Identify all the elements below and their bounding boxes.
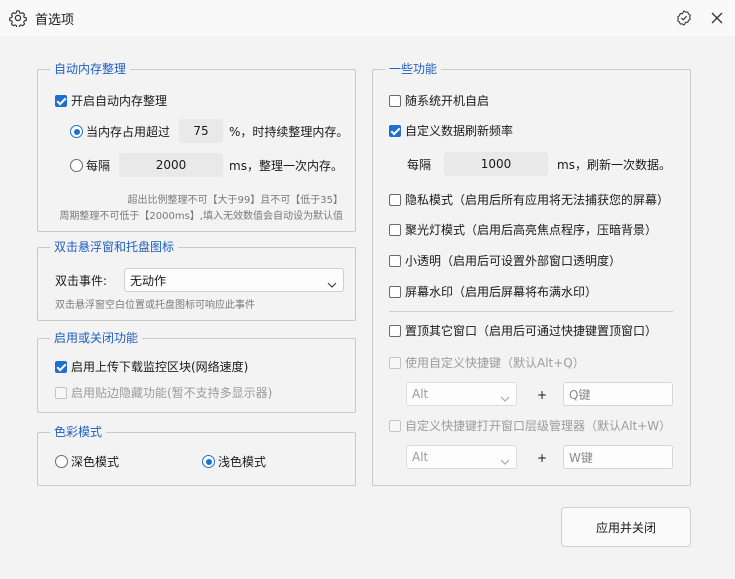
- refresh-rate-checkbox[interactable]: [389, 125, 401, 137]
- custom-hotkey-checkbox[interactable]: [389, 357, 401, 369]
- light-mode-label: 浅色模式: [218, 455, 267, 469]
- network-monitor-label: 启用上传下载监控区块(网络速度): [71, 360, 249, 374]
- layer-manager-hotkey-label: 自定义快捷键打开窗口层级管理器（默认Alt+W）: [405, 419, 672, 433]
- autostart-label: 随系统开机自启: [405, 94, 490, 108]
- chevron-down-icon: [500, 454, 510, 468]
- spotlight-mode-checkbox[interactable]: [389, 224, 401, 236]
- watermark-label: 屏幕水印（启用后屏幕将布满水印）: [405, 285, 598, 299]
- memory-group-title: 自动内存整理: [50, 61, 131, 77]
- color-mode-group-title: 色彩模式: [50, 424, 107, 440]
- custom-hotkey-label: 使用自定义快捷键（默认Alt+Q）: [405, 356, 585, 370]
- close-icon[interactable]: [705, 6, 729, 30]
- topmost-label: 置顶其它窗口（启用后可通过快捷键置顶窗口）: [405, 324, 658, 338]
- topmost-checkbox[interactable]: [389, 325, 401, 337]
- hotkey1-key-input[interactable]: Q键: [563, 382, 673, 406]
- double-click-event-select[interactable]: 无动作: [124, 268, 344, 292]
- dark-mode-radio[interactable]: [55, 455, 68, 468]
- privacy-mode-label: 隐私模式（启用后所有应用将无法捕获您的屏幕）: [405, 193, 670, 207]
- interval-suffix-label: ms，整理一次内存。: [229, 159, 343, 173]
- interval-radio[interactable]: [70, 159, 83, 172]
- autostart-checkbox[interactable]: [389, 95, 401, 107]
- hotkey2-modifier-value: Alt: [412, 450, 429, 464]
- edge-hide-label: 启用贴边隐藏功能(暂不支持多显示器): [71, 386, 273, 400]
- toggles-group: 启用或关闭功能: [37, 330, 356, 413]
- gear-icon: [9, 9, 27, 29]
- transparency-label: 小透明（启用后可设置外部窗口透明度）: [405, 254, 622, 268]
- double-click-group-title: 双击悬浮窗和托盘图标: [50, 239, 179, 255]
- refresh-rate-label: 自定义数据刷新频率: [405, 124, 514, 138]
- hotkey2-plus: +: [537, 451, 548, 465]
- chevron-down-icon: [327, 277, 337, 291]
- hotkey2-key-input[interactable]: W键: [563, 445, 673, 469]
- hotkey1-modifier-value: Alt: [412, 387, 429, 401]
- privacy-mode-checkbox[interactable]: [389, 194, 401, 206]
- memory-enable-checkbox[interactable]: [55, 95, 67, 107]
- features-group-title: 一些功能: [385, 61, 442, 77]
- refresh-interval-input[interactable]: 1000: [444, 152, 548, 176]
- title-bar: 首选项: [0, 0, 735, 36]
- hotkey1-plus: +: [537, 388, 548, 402]
- network-monitor-checkbox[interactable]: [55, 361, 67, 373]
- hotkey2-modifier-select[interactable]: Alt: [406, 445, 517, 469]
- transparency-checkbox[interactable]: [389, 255, 401, 267]
- memory-hint-2: 周期整理不可低于【2000ms】,填入无效数值会自动设为默认值: [59, 211, 343, 222]
- threshold-radio[interactable]: [70, 125, 83, 138]
- features-divider: [389, 311, 673, 312]
- pin-check-icon[interactable]: [672, 6, 696, 30]
- edge-hide-checkbox[interactable]: [55, 387, 67, 399]
- refresh-interval-suffix-label: ms，刷新一次数据。: [557, 158, 671, 172]
- apply-and-close-button[interactable]: 应用并关闭: [561, 507, 691, 547]
- threshold-input[interactable]: 75: [179, 119, 223, 143]
- light-mode-radio[interactable]: [202, 455, 215, 468]
- chevron-down-icon: [500, 391, 510, 405]
- threshold-suffix-label: %，时持续整理内存。: [229, 125, 349, 139]
- threshold-prefix-label: 当内存占用超过: [86, 125, 171, 139]
- interval-prefix-label: 每隔: [86, 159, 111, 173]
- dark-mode-label: 深色模式: [71, 455, 120, 469]
- memory-hint-1: 超出比例整理不可【大于99】且不可【低于35】: [127, 195, 343, 206]
- spotlight-mode-label: 聚光灯模式（启用后高亮焦点程序，压暗背景）: [405, 223, 658, 237]
- memory-enable-label: 开启自动内存整理: [71, 94, 168, 108]
- watermark-checkbox[interactable]: [389, 286, 401, 298]
- double-click-hint: 双击悬浮窗空白位置或托盘图标可响应此事件: [55, 300, 255, 311]
- layer-manager-hotkey-checkbox[interactable]: [389, 420, 401, 432]
- double-click-event-label: 双击事件:: [55, 274, 108, 288]
- refresh-interval-prefix-label: 每隔: [407, 158, 432, 172]
- window-title: 首选项: [35, 13, 75, 28]
- hotkey1-modifier-select[interactable]: Alt: [406, 382, 517, 406]
- interval-input[interactable]: 2000: [119, 153, 223, 177]
- toggles-group-title: 启用或关闭功能: [50, 330, 143, 346]
- double-click-event-value: 无动作: [130, 273, 167, 288]
